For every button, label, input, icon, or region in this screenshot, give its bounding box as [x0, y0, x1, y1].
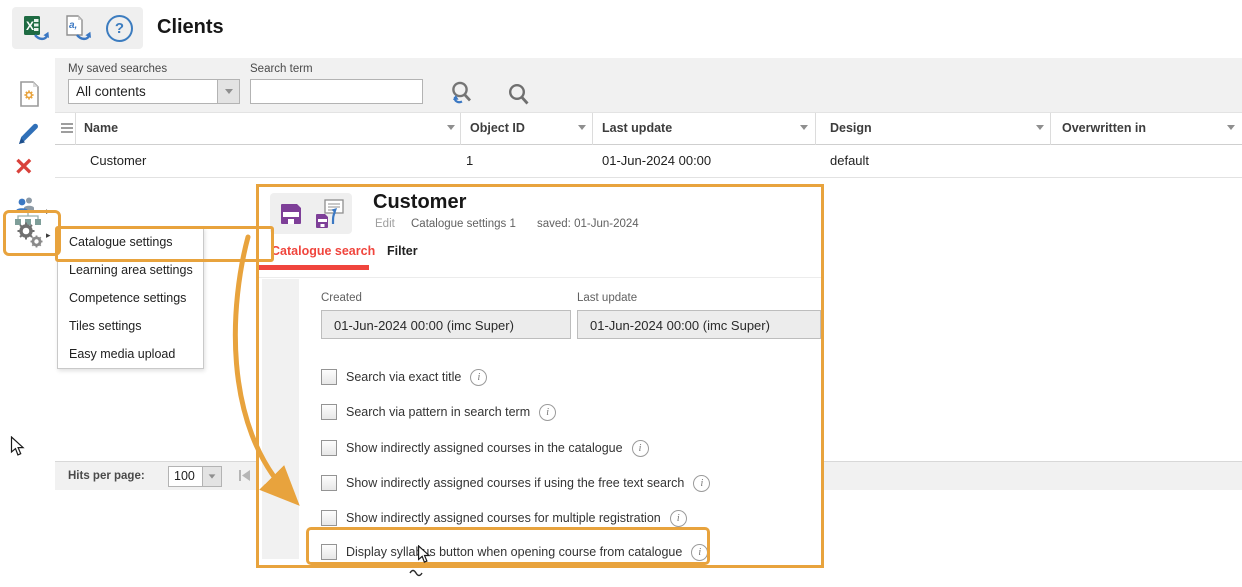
- column-header-design[interactable]: Design: [830, 121, 872, 135]
- delete-icon[interactable]: ×: [15, 152, 33, 182]
- row-cell-design: default: [830, 153, 869, 168]
- settings-gears-icon[interactable]: [15, 220, 45, 255]
- checkbox-indirect-catalogue[interactable]: [321, 440, 337, 456]
- search-term-input[interactable]: [250, 79, 423, 104]
- column-filter-arrow-last-update[interactable]: [800, 125, 808, 130]
- checkbox-row-pattern-search: Search via pattern in search term i: [321, 403, 556, 421]
- saved-searches-dropdown-arrow[interactable]: [217, 80, 239, 103]
- app-window: X a, ? Clients: [0, 0, 1242, 587]
- checkbox-row-exact-title: Search via exact title i: [321, 368, 487, 386]
- checkbox-label: Display syllabus button when opening cou…: [346, 545, 682, 559]
- checkbox-row-display-syllabus: Display syllabus button when opening cou…: [321, 543, 708, 561]
- hits-per-page-label: Hits per page:: [68, 470, 145, 482]
- org-structure-expand-caret[interactable]: ▸: [46, 206, 51, 217]
- help-icon[interactable]: ?: [106, 15, 133, 42]
- dialog-side-panel: [262, 279, 299, 559]
- hits-per-page-dropdown-arrow[interactable]: [202, 467, 221, 486]
- tab-catalogue-search[interactable]: Catalogue search: [271, 244, 375, 258]
- menu-item-competence-settings[interactable]: Competence settings: [58, 284, 203, 312]
- pagination-first-page-icon[interactable]: [238, 469, 254, 487]
- info-icon[interactable]: i: [693, 475, 710, 492]
- hits-per-page-value: 100: [169, 467, 202, 486]
- column-header-overwritten-in[interactable]: Overwritten in: [1062, 121, 1146, 135]
- checkbox-label: Show indirectly assigned courses in the …: [346, 441, 623, 455]
- hits-per-page-select[interactable]: 100: [168, 466, 222, 487]
- checkbox-search-exact-title[interactable]: [321, 369, 337, 385]
- mouse-cursor: [10, 436, 25, 462]
- checkbox-display-syllabus[interactable]: [321, 544, 337, 560]
- last-update-field: 01-Jun-2024 00:00 (imc Super): [577, 310, 821, 339]
- created-field: 01-Jun-2024 00:00 (imc Super): [321, 310, 571, 339]
- search-with-saved-icon[interactable]: [448, 80, 476, 113]
- created-label: Created: [321, 292, 362, 304]
- page-title: Clients: [157, 16, 224, 39]
- checkbox-indirect-free-text[interactable]: [321, 475, 337, 491]
- active-tab-underline: [259, 265, 369, 270]
- excel-export-icon[interactable]: X: [22, 14, 50, 42]
- dialog-toolbar: [270, 193, 352, 234]
- info-icon[interactable]: i: [632, 440, 649, 457]
- checkbox-search-pattern[interactable]: [321, 404, 337, 420]
- checkbox-label: Show indirectly assigned courses if usin…: [346, 476, 684, 490]
- search-icon[interactable]: [506, 82, 532, 113]
- tab-filter[interactable]: Filter: [387, 244, 418, 258]
- export-toolbar: X a, ?: [12, 7, 143, 49]
- new-item-icon[interactable]: [17, 80, 41, 113]
- column-filter-arrow-name[interactable]: [447, 125, 455, 130]
- row-cell-last-update: 01-Jun-2024 00:00: [602, 153, 711, 168]
- checkbox-row-indirect-multiple-registration: Show indirectly assigned courses for mul…: [321, 509, 687, 527]
- svg-text:a,: a,: [69, 20, 77, 31]
- info-icon[interactable]: i: [691, 544, 708, 561]
- checkbox-row-indirect-free-text: Show indirectly assigned courses if usin…: [321, 474, 710, 492]
- checkbox-label: Search via exact title: [346, 370, 461, 384]
- column-header-name[interactable]: Name: [84, 121, 118, 135]
- checkbox-label: Show indirectly assigned courses for mul…: [346, 511, 661, 525]
- settings-context-menu: Catalogue settings Learning area setting…: [57, 227, 204, 369]
- save-and-back-icon[interactable]: [314, 199, 344, 229]
- sidebar: × ▸: [0, 56, 55, 587]
- checkbox-row-indirect-catalogue: Show indirectly assigned courses in the …: [321, 439, 649, 457]
- dialog-saved-label: saved: 01-Jun-2024: [537, 218, 639, 230]
- dialog-title: Customer: [373, 191, 466, 214]
- search-term-label: Search term: [250, 63, 313, 75]
- svg-text:X: X: [26, 19, 34, 33]
- customer-settings-dialog: Customer Edit Catalogue settings 1 saved…: [256, 184, 824, 568]
- menu-item-tiles-settings[interactable]: Tiles settings: [58, 312, 203, 340]
- dialog-mode-label: Edit: [375, 218, 395, 230]
- info-icon[interactable]: i: [670, 510, 687, 527]
- save-icon[interactable]: [278, 201, 304, 227]
- saved-searches-label: My saved searches: [68, 63, 167, 75]
- saved-searches-select[interactable]: All contents: [68, 79, 240, 104]
- column-header-last-update[interactable]: Last update: [602, 121, 672, 135]
- last-update-label: Last update: [577, 292, 637, 304]
- edit-icon[interactable]: [14, 120, 42, 153]
- checkbox-indirect-multiple-registration[interactable]: [321, 510, 337, 526]
- text-export-icon[interactable]: a,: [64, 14, 92, 42]
- checkbox-label: Search via pattern in search term: [346, 405, 530, 419]
- table-menu-icon[interactable]: [61, 121, 73, 135]
- tab-divider: [259, 277, 821, 278]
- info-icon[interactable]: i: [470, 369, 487, 386]
- column-filter-arrow-design[interactable]: [1036, 125, 1044, 130]
- settings-expand-caret[interactable]: ▸: [46, 230, 51, 241]
- row-cell-object-id: 1: [466, 153, 473, 168]
- cursor-busy-glyph: [409, 566, 423, 584]
- info-icon[interactable]: i: [539, 404, 556, 421]
- column-header-object-id[interactable]: Object ID: [470, 121, 525, 135]
- saved-searches-value: All contents: [69, 80, 217, 103]
- menu-item-learning-area-settings[interactable]: Learning area settings: [58, 256, 203, 284]
- row-cell-name[interactable]: Customer: [90, 153, 146, 168]
- menu-item-catalogue-settings[interactable]: Catalogue settings: [58, 228, 203, 256]
- dialog-context-label: Catalogue settings 1: [411, 218, 516, 230]
- column-filter-arrow-overwritten-in[interactable]: [1227, 125, 1235, 130]
- menu-item-easy-media-upload[interactable]: Easy media upload: [58, 340, 203, 368]
- column-filter-arrow-object-id[interactable]: [578, 125, 586, 130]
